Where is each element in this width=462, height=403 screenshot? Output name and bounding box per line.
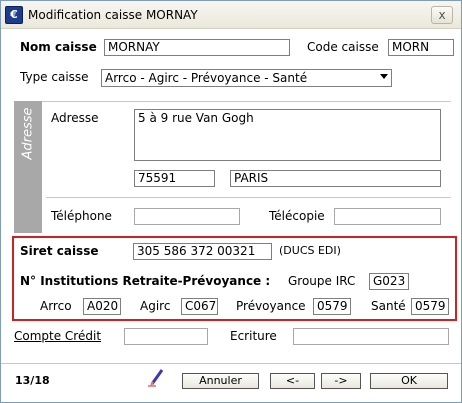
agirc-label: Agirc (140, 299, 171, 313)
telecopie-label: Télécopie (269, 209, 325, 223)
close-button[interactable]: x (431, 6, 453, 24)
chevron-down-icon[interactable] (380, 74, 388, 79)
cancel-button[interactable]: Annuler (182, 373, 259, 389)
sante-field[interactable]: 0579 (411, 298, 449, 315)
ecriture-field[interactable] (293, 328, 449, 345)
title-bar[interactable]: € Modification caisse MORNAY x (1, 1, 461, 29)
app-logo-icon: € (5, 6, 23, 24)
type-caisse-value: Arrco - Agirc - Prévoyance - Santé (105, 71, 308, 85)
address-divider (46, 197, 451, 198)
code-caisse-field[interactable]: MORN (388, 39, 454, 56)
siret-field[interactable]: 305 586 372 00321 (133, 243, 272, 260)
siret-label: Siret caisse (20, 244, 99, 258)
next-button[interactable]: -> (321, 373, 361, 389)
postcode-field[interactable]: 75591 (134, 170, 215, 187)
prevoyance-field[interactable]: 0579 (313, 298, 351, 315)
institutions-label: N° Institutions Retraite-Prévoyance : (20, 274, 271, 288)
compte-credit-link[interactable]: Compte Crédit (14, 329, 101, 343)
groupe-irc-field[interactable]: G023 (369, 273, 409, 290)
nom-caisse-field[interactable]: MORNAY (104, 39, 290, 56)
telephone-label: Téléphone (51, 209, 112, 223)
previous-button[interactable]: <- (270, 373, 315, 389)
prevoyance-label: Prévoyance (236, 299, 306, 313)
type-caisse-label: Type caisse (20, 70, 89, 84)
telecopie-field[interactable] (334, 208, 441, 225)
arrco-field[interactable]: A020 (83, 298, 121, 315)
ok-button[interactable]: OK (370, 373, 448, 389)
window-title: Modification caisse MORNAY (28, 8, 198, 22)
arrco-label: Arrco (40, 299, 72, 313)
nom-caisse-label: Nom caisse (20, 40, 97, 54)
compte-credit-field[interactable] (124, 328, 208, 345)
type-caisse-select[interactable]: Arrco - Agirc - Prévoyance - Santé (101, 69, 392, 87)
agirc-field[interactable]: C067 (181, 298, 218, 315)
pencil-icon[interactable] (147, 367, 165, 387)
siret-note: (DUCS EDI) (279, 244, 341, 257)
groupe-irc-label: Groupe IRC (288, 274, 356, 288)
ecriture-label: Ecriture (230, 329, 277, 343)
adresse-textarea[interactable]: 5 à 9 rue Van Gogh (134, 109, 441, 161)
adresse-label: Adresse (51, 111, 99, 125)
dialog-window: € Modification caisse MORNAY x Nom caiss… (0, 0, 462, 403)
record-counter: 13/18 (15, 374, 50, 387)
telephone-field[interactable] (134, 208, 240, 225)
footer-divider (1, 363, 461, 364)
address-side-label: Adresse (20, 107, 36, 160)
sante-label: Santé (371, 299, 406, 313)
city-field[interactable]: PARIS (230, 170, 441, 187)
code-caisse-label: Code caisse (307, 40, 379, 54)
